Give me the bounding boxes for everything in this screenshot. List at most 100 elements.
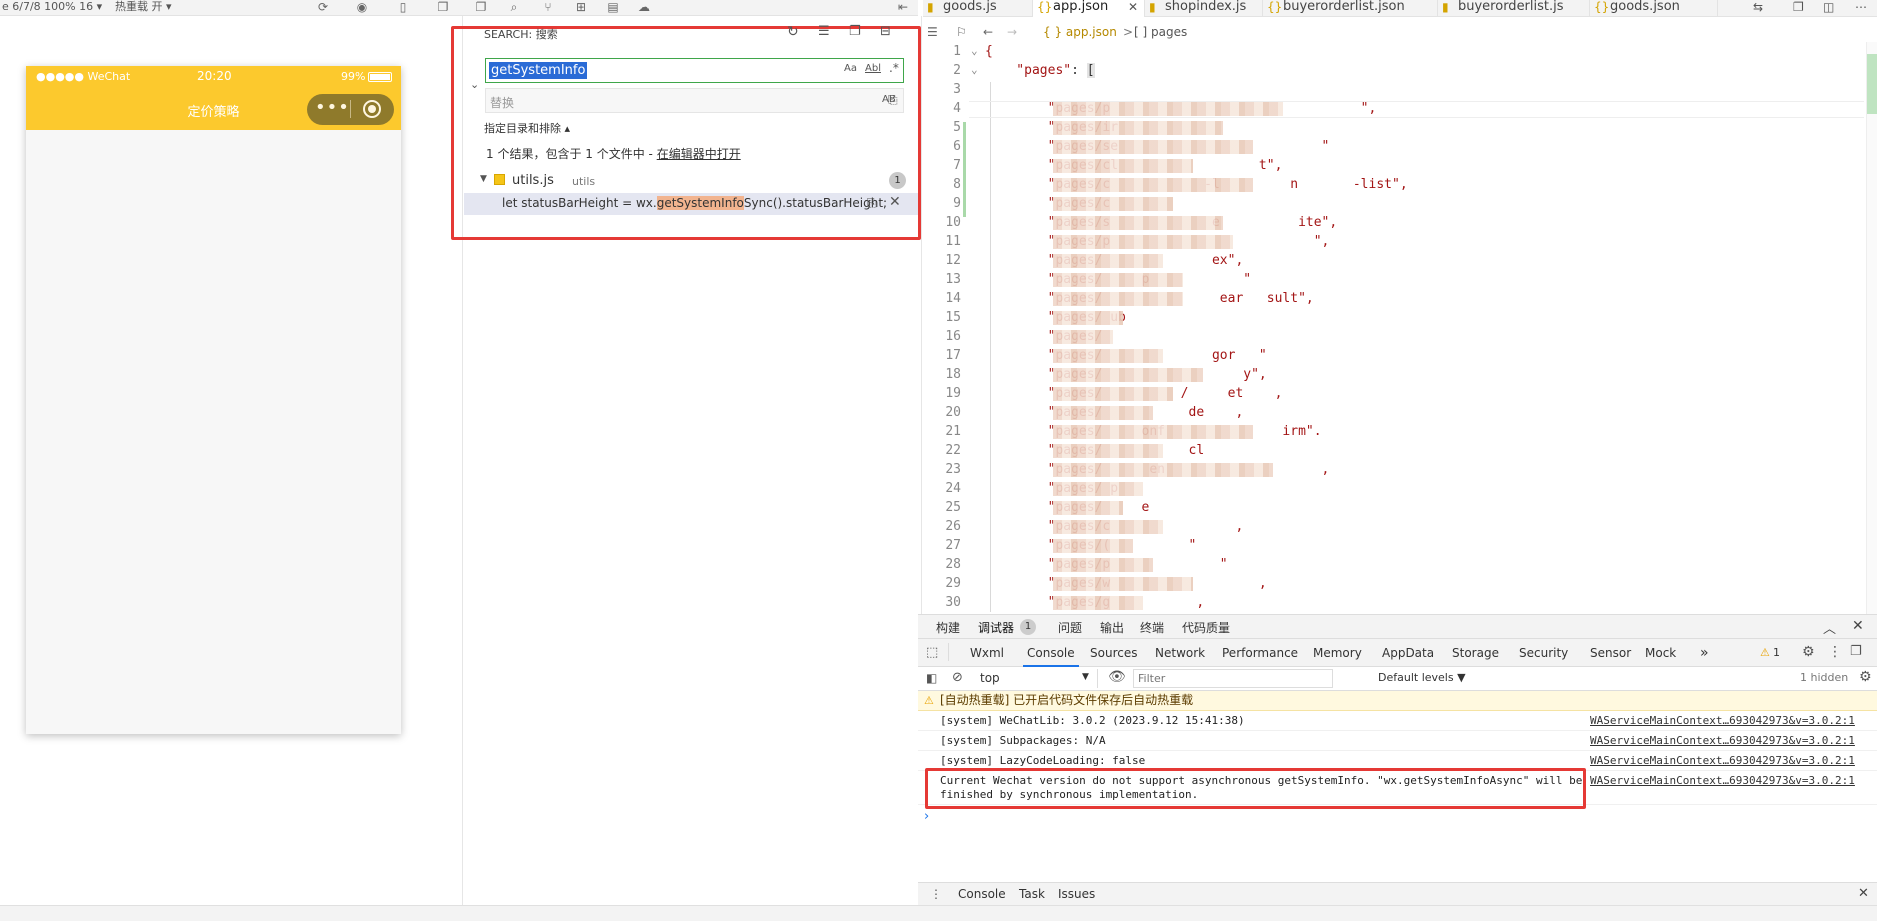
refresh-results-icon[interactable]: ↻ <box>787 24 799 40</box>
regex-toggle[interactable]: .* <box>889 61 899 75</box>
tab-wxml[interactable]: Wxml <box>970 639 1004 667</box>
device-selector[interactable]: e 6/7/8 100% 16 ▾ <box>2 0 102 14</box>
files-icon[interactable]: ❐ <box>474 1 488 14</box>
layout-icon[interactable]: ◫ <box>1823 0 1834 14</box>
close-circle-icon[interactable] <box>363 100 381 118</box>
branch-icon[interactable]: ⑂ <box>541 1 555 14</box>
close-tab-icon[interactable]: ✕ <box>1128 0 1138 14</box>
console-prompt[interactable]: › <box>924 809 929 824</box>
console-filter-input[interactable] <box>1133 669 1333 688</box>
editor-scrollbar[interactable] <box>1866 42 1877 614</box>
phone-screen[interactable]: ●●●●● WeChat 20:20 99% 定价策略 ••• <box>26 66 401 734</box>
hot-reload-toggle[interactable]: 热重载 开 ▾ <box>115 0 172 14</box>
storage-icon[interactable]: ▤ <box>606 1 620 14</box>
outline-icon[interactable]: ☰ <box>927 22 938 42</box>
console-output[interactable]: ⚠ [自动热重载] 已开启代码文件保存后自动热重载 [system] WeCha… <box>918 691 1877 882</box>
close-drawer-icon[interactable]: ✕ <box>1858 886 1869 901</box>
code-editor[interactable]: 1 2 3 4 5 6 7 8 9 10 11 12 13 14 15 16 17 18 19 20 21 22 23 24 2… <box>923 42 1877 614</box>
stop-icon[interactable]: ◉ <box>355 1 369 14</box>
dock-icon[interactable]: ❐ <box>1850 644 1862 659</box>
new-search-editor-icon[interactable]: ❐ <box>849 24 861 39</box>
extensions-icon[interactable]: ⊞ <box>574 1 588 14</box>
replace-input[interactable]: 替换 AB <box>485 88 904 113</box>
replace-all-icon[interactable]: ⎘ <box>888 93 898 108</box>
more-actions-icon[interactable]: ⋯ <box>1855 0 1867 14</box>
more-dots-icon[interactable]: ••• <box>315 98 350 118</box>
forward-icon[interactable]: → <box>1007 22 1017 42</box>
sidebar-toggle-icon[interactable]: ◧ <box>926 671 937 685</box>
tab-storage[interactable]: Storage <box>1452 639 1499 667</box>
gear-icon[interactable]: ⚙ <box>1802 644 1815 660</box>
tab-buyerorderlist-js[interactable]: ▮ buyerorderlist.js <box>1438 0 1590 17</box>
tab-mock[interactable]: Mock <box>1645 639 1676 667</box>
drawer-tab-console[interactable]: Console <box>954 883 1010 907</box>
search-icon[interactable]: ⌕ <box>507 1 521 14</box>
docker-icon[interactable]: ☁ <box>637 1 651 14</box>
log-levels-select[interactable]: Default levels ▼ <box>1378 671 1466 684</box>
log-source-link[interactable]: WAServiceMainContext…693042973&v=3.0.2:1 <box>1590 771 1855 790</box>
result-match-row[interactable]: let statusBarHeight = wx.getSystemInfoSy… <box>464 193 918 215</box>
tab-console[interactable]: Console <box>1023 639 1079 667</box>
tab-issues[interactable]: 问题 <box>1058 619 1082 636</box>
bookmark-icon[interactable]: ⚐ <box>956 22 967 42</box>
clear-results-icon[interactable]: ☰ <box>818 24 830 39</box>
dismiss-match-icon[interactable]: ✕ <box>889 194 901 210</box>
breadcrumb-file[interactable]: { } app.json <box>1043 22 1117 42</box>
whole-word-toggle[interactable]: Abl <box>865 63 881 74</box>
drawer-menu-icon[interactable]: ⋮ <box>930 887 942 901</box>
split-editor-icon[interactable]: ❐ <box>1793 0 1804 14</box>
tab-quality[interactable]: 代码质量 <box>1182 619 1230 636</box>
tab-memory[interactable]: Memory <box>1313 639 1362 667</box>
fold-icon[interactable]: ⌄ <box>971 44 978 57</box>
refresh-icon[interactable]: ⟳ <box>316 1 330 14</box>
tab-goods-js[interactable]: ▮ goods.js <box>923 0 1033 17</box>
js-file-icon: ▮ <box>1442 0 1449 14</box>
fold-icon[interactable]: ⌄ <box>971 63 978 76</box>
clear-console-icon[interactable]: ⊘ <box>952 670 963 685</box>
log-source-link[interactable]: WAServiceMainContext…693042973&v=3.0.2:1 <box>1590 731 1855 750</box>
compare-icon[interactable]: ⇆ <box>1753 0 1763 14</box>
tab-buyerorderlist-json[interactable]: {} buyerorderlist.json <box>1263 0 1438 17</box>
chevron-up-icon[interactable]: ︿ <box>1823 618 1836 637</box>
drawer-tab-issues[interactable]: Issues <box>1058 887 1095 901</box>
search-input[interactable]: getSystemInfo Aa Abl .* <box>485 58 904 83</box>
tab-sensor[interactable]: Sensor <box>1590 639 1631 667</box>
open-in-editor-link[interactable]: 在编辑器中打开 <box>657 147 741 161</box>
tab-network[interactable]: Network <box>1155 639 1205 667</box>
tab-sources[interactable]: Sources <box>1090 639 1137 667</box>
kebab-menu-icon[interactable]: ⋮ <box>1828 644 1842 660</box>
inspect-icon[interactable]: ⬚ <box>926 645 938 660</box>
expand-arrow-icon[interactable]: ▼ <box>480 174 487 184</box>
tab-app-json[interactable]: {} app.json ✕ <box>1033 0 1145 17</box>
tab-terminal[interactable]: 终端 <box>1140 619 1164 636</box>
tab-output[interactable]: 输出 <box>1100 619 1124 636</box>
window-icon[interactable]: ❐ <box>436 1 450 14</box>
drawer-tab-task[interactable]: Task <box>1019 887 1045 901</box>
tab-performance[interactable]: Performance <box>1222 639 1298 667</box>
breadcrumb-key[interactable]: [ ] pages <box>1134 22 1187 42</box>
match-case-toggle[interactable]: Aa <box>844 63 857 74</box>
warning-count[interactable]: 1 <box>1773 646 1780 659</box>
log-source-link[interactable]: WAServiceMainContext…693042973&v=3.0.2:1 <box>1590 711 1855 730</box>
collapse-all-icon[interactable]: ⊟ <box>880 24 891 39</box>
back-icon[interactable]: ← <box>983 22 993 42</box>
close-panel-icon[interactable]: ✕ <box>1852 618 1864 634</box>
tab-build[interactable]: 构建 <box>936 619 960 636</box>
eye-icon[interactable]: 👁 <box>1108 669 1126 685</box>
context-selector[interactable]: top ▼ <box>974 669 1098 688</box>
replace-match-icon[interactable]: ⎘ <box>867 196 877 211</box>
log-source-link[interactable]: WAServiceMainContext…693042973&v=3.0.2:1 <box>1590 751 1855 770</box>
collapse-icon[interactable]: ⇤ <box>896 1 910 14</box>
tab-goods-json[interactable]: {} goods.json <box>1590 0 1718 17</box>
tab-debugger[interactable]: 调试器 <box>978 619 1014 636</box>
capsule-menu[interactable]: ••• <box>307 94 394 125</box>
toggle-replace-icon[interactable]: ⌄ <box>470 78 479 91</box>
tab-appdata[interactable]: AppData <box>1382 639 1434 667</box>
console-settings-icon[interactable]: ⚙ <box>1859 669 1872 685</box>
phone-icon[interactable]: ▯ <box>396 1 410 14</box>
result-file-row[interactable]: ▼ utils.js utils 1 <box>480 172 906 191</box>
include-exclude-toggle[interactable]: 指定目录和排除 ▴ <box>484 120 570 136</box>
tab-shopindex-js[interactable]: ▮ shopindex.js <box>1145 0 1263 17</box>
tab-security[interactable]: Security <box>1519 639 1568 667</box>
more-tabs-icon[interactable]: » <box>1700 639 1709 667</box>
